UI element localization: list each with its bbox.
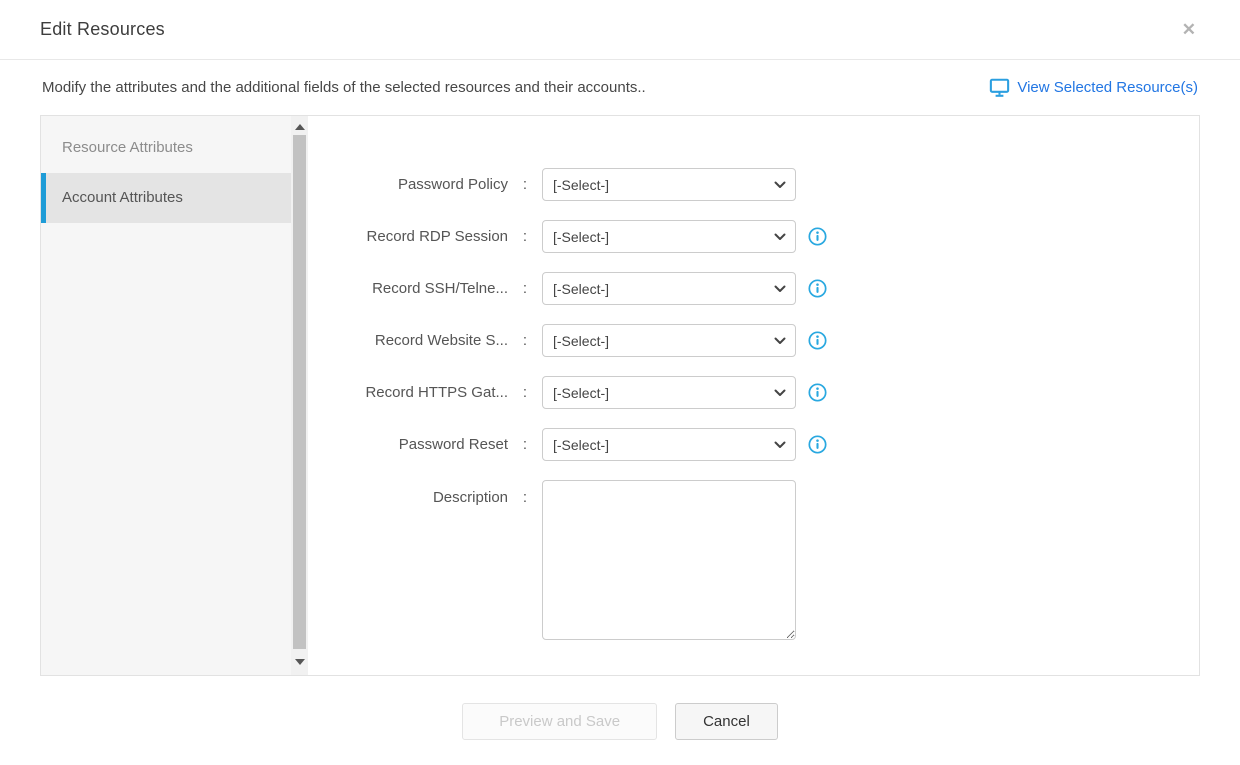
field-row-password-policy: Password Policy : [-Select-] [308,168,1199,201]
scroll-thumb[interactable] [293,135,306,649]
field-label: Password Policy [308,176,508,193]
record-rdp-session-select[interactable]: [-Select-] [542,220,796,253]
field-row-record-rdp-session: Record RDP Session : [-Select-] [308,220,1199,253]
field-colon: : [508,332,542,349]
info-icon[interactable] [808,279,827,298]
account-attributes-form: Password Policy : [-Select-] Record RDP … [308,116,1199,675]
info-icon[interactable] [808,331,827,350]
field-row-description: Description : [308,480,1199,640]
sidebar-scrollbar[interactable] [291,116,308,675]
scroll-down-arrow-icon[interactable] [295,659,305,665]
dialog-header: Edit Resources ✕ [0,0,1240,60]
attributes-panel: Resource Attributes Account Attributes P… [40,115,1200,676]
description-textarea[interactable] [542,480,796,640]
dialog-description: Modify the attributes and the additional… [42,79,646,96]
field-label: Record SSH/Telne... [308,280,508,297]
dialog-footer: Preview and Save Cancel [0,703,1240,740]
dialog-subheader: Modify the attributes and the additional… [0,60,1240,115]
close-icon[interactable]: ✕ [1178,17,1200,42]
field-row-password-reset: Password Reset : [-Select-] [308,428,1199,461]
field-label: Description [308,480,508,506]
scroll-up-arrow-icon[interactable] [295,124,305,130]
info-icon[interactable] [808,435,827,454]
field-label: Record RDP Session [308,228,508,245]
attributes-sidebar: Resource Attributes Account Attributes [41,116,291,675]
field-colon: : [508,280,542,297]
field-label: Record HTTPS Gat... [308,384,508,401]
field-colon: : [508,480,542,506]
record-website-session-select[interactable]: [-Select-] [542,324,796,357]
field-colon: : [508,436,542,453]
preview-and-save-button[interactable]: Preview and Save [462,703,657,740]
info-icon[interactable] [808,383,827,402]
edit-resources-dialog: Edit Resources ✕ Modify the attributes a… [0,0,1240,765]
password-policy-select[interactable]: [-Select-] [542,168,796,201]
view-selected-resources-link[interactable]: View Selected Resource(s) [989,78,1198,97]
field-colon: : [508,228,542,245]
sidebar-item-resource-attributes[interactable]: Resource Attributes [41,123,291,173]
field-label: Record Website S... [308,332,508,349]
field-row-record-https-gateway: Record HTTPS Gat... : [-Select-] [308,376,1199,409]
password-reset-select[interactable]: [-Select-] [542,428,796,461]
view-selected-link-label: View Selected Resource(s) [1017,79,1198,96]
field-row-record-ssh-telnet: Record SSH/Telne... : [-Select-] [308,272,1199,305]
page-title: Edit Resources [40,19,165,40]
info-icon[interactable] [808,227,827,246]
sidebar-item-account-attributes[interactable]: Account Attributes [41,173,291,223]
record-https-gateway-select[interactable]: [-Select-] [542,376,796,409]
monitor-icon [989,78,1010,97]
cancel-button[interactable]: Cancel [675,703,778,740]
field-colon: : [508,384,542,401]
field-row-record-website-session: Record Website S... : [-Select-] [308,324,1199,357]
field-label: Password Reset [308,436,508,453]
field-colon: : [508,176,542,193]
record-ssh-telnet-select[interactable]: [-Select-] [542,272,796,305]
